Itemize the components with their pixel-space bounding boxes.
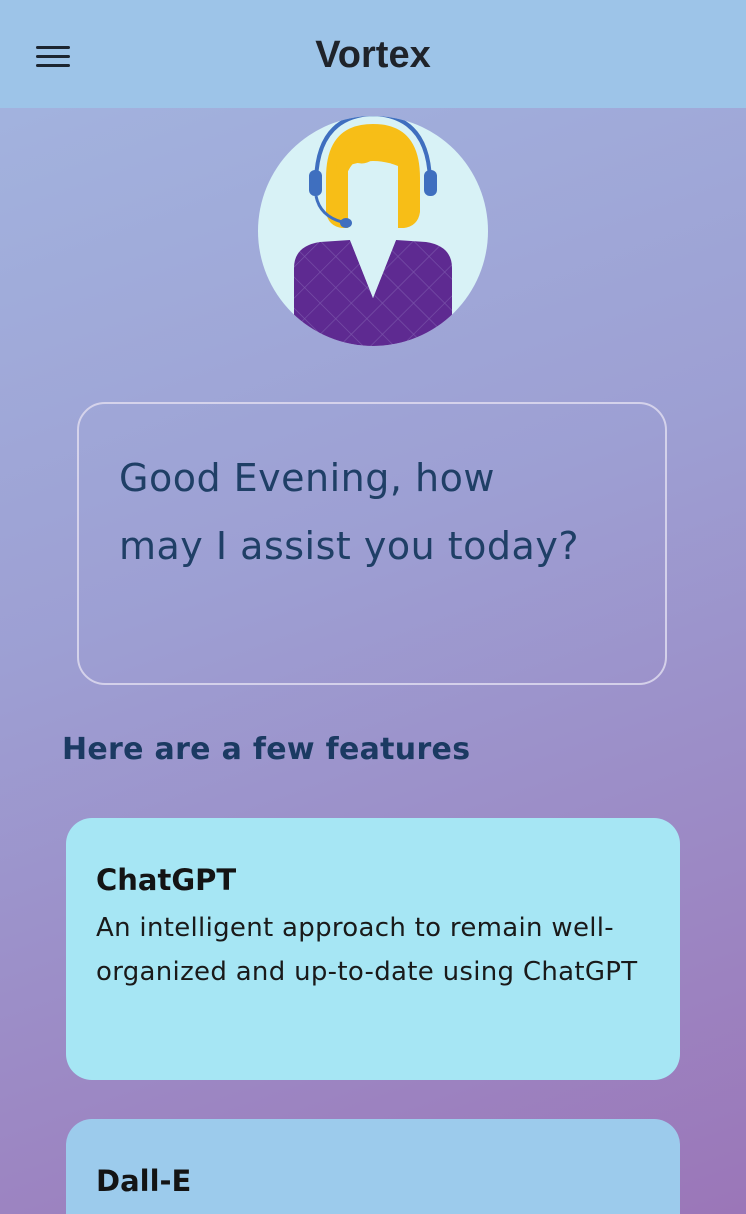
feature-card-description: An intelligent approach to remain well-o… xyxy=(96,913,638,987)
assistant-avatar xyxy=(258,116,488,346)
feature-card-dalle[interactable]: Dall-E xyxy=(66,1119,680,1214)
features-heading: Here are a few features xyxy=(62,732,471,767)
support-agent-icon xyxy=(294,116,452,346)
feature-card-title: Dall-E xyxy=(96,1164,192,1198)
app-bar: Vortex xyxy=(0,0,746,108)
feature-card-title: ChatGPT xyxy=(96,863,237,897)
greeting-card: Good Evening, how may I assist you today… xyxy=(77,402,667,685)
greeting-message: Good Evening, how may I assist you today… xyxy=(119,456,579,568)
app-title: Vortex xyxy=(315,34,431,76)
feature-card-chatgpt[interactable]: ChatGPT An intelligent approach to remai… xyxy=(66,818,680,1080)
